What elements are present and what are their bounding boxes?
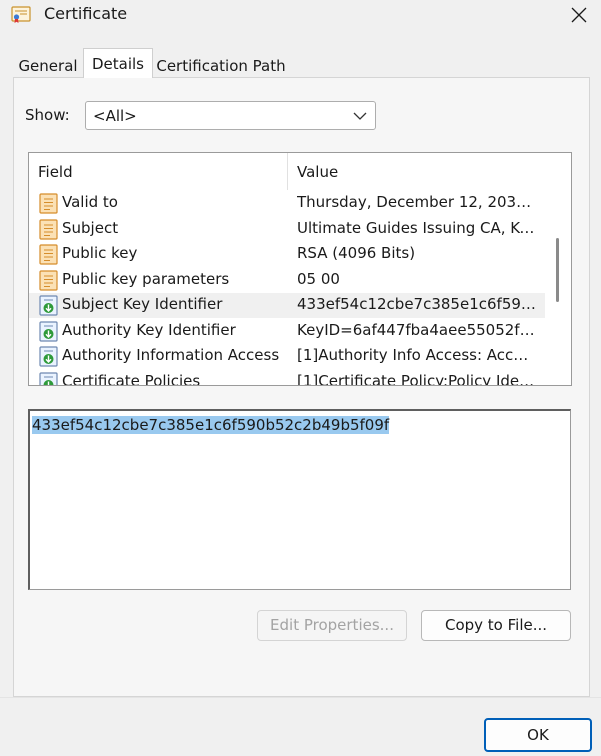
list-item[interactable]: Valid to Thursday, December 12, 2030… [29, 191, 545, 216]
list-item[interactable]: Subject Ultimate Guides Issuing CA, Ke… [29, 217, 545, 242]
field-name: Valid to [62, 193, 118, 211]
list-item[interactable]: Public key parameters 05 00 [29, 268, 545, 293]
tab-label: General [18, 57, 78, 75]
fields-list[interactable]: Field Value Valid to Thursday, December … [28, 152, 572, 386]
list-header: Field Value [29, 153, 545, 190]
certificate-field-icon [39, 218, 58, 240]
field-name: Subject [62, 218, 119, 237]
column-header-field[interactable]: Field [38, 163, 73, 181]
certificate-extension-icon [39, 346, 58, 367]
certificate-field-icon [39, 244, 58, 265]
ok-button[interactable]: OK [484, 718, 592, 752]
certificate-extension-icon [39, 371, 58, 385]
field-value: 433ef54c12cbe7c385e1c6f59… [297, 295, 536, 313]
certificate-field-icon [39, 193, 58, 214]
field-name: Public key [62, 244, 138, 262]
field-name: Authority Information Access [62, 346, 280, 364]
scroll-thumb[interactable] [556, 238, 559, 302]
close-button[interactable] [556, 0, 601, 30]
certificate-icon [11, 6, 31, 24]
column-header-value[interactable]: Value [297, 163, 338, 181]
window-title: Certificate [44, 4, 128, 23]
field-value: KeyID=6af447fba4aee55052f… [297, 320, 535, 339]
chevron-down-icon [353, 112, 367, 120]
field-name: Authority Key Identifier [62, 320, 236, 339]
show-dropdown-value: <All> [93, 107, 137, 125]
list-item[interactable]: Authority Information Access [1]Authorit… [29, 344, 545, 369]
show-label: Show: [25, 106, 70, 124]
value-detail-box[interactable]: 433ef54c12cbe7c385e1c6f590b52c2b49b5f09f [28, 409, 571, 590]
field-name: Subject Key Identifier [62, 295, 223, 313]
field-value: [1]Authority Info Access: Acc… [297, 346, 529, 364]
field-value: 05 00 [297, 269, 340, 288]
footer-divider [0, 697, 601, 698]
tab-certification-path[interactable]: Certification Path [153, 54, 289, 78]
list-item[interactable]: Certificate Policies [1]Certificate Poli… [29, 370, 545, 386]
list-item[interactable]: Public key RSA (4096 Bits) [29, 242, 545, 267]
tab-label: Certification Path [156, 57, 286, 75]
tab-bar: General Details Certification Path [0, 48, 601, 78]
edit-properties-button[interactable]: Edit Properties... [257, 610, 407, 641]
tab-details[interactable]: Details [83, 48, 153, 78]
field-name: Public key parameters [62, 269, 230, 288]
field-value: Thursday, December 12, 2030… [297, 193, 537, 211]
selected-value-text[interactable]: 433ef54c12cbe7c385e1c6f590b52c2b49b5f09f [32, 416, 390, 434]
list-item[interactable]: Authority Key Identifier KeyID=6af447fba… [29, 319, 545, 344]
title-bar: Certificate [0, 0, 601, 30]
certificate-extension-icon [39, 295, 58, 316]
list-item-selected[interactable]: Subject Key Identifier 433ef54c12cbe7c38… [29, 293, 545, 318]
tab-general[interactable]: General [13, 54, 83, 78]
list-scrollbar[interactable] [545, 153, 571, 385]
field-value: RSA (4096 Bits) [297, 244, 416, 262]
show-dropdown[interactable]: <All> [85, 101, 376, 130]
field-value: [1]Certificate Policy:Policy Ide… [297, 371, 535, 386]
field-value: Ultimate Guides Issuing CA, Ke… [297, 218, 537, 237]
close-icon [571, 7, 586, 23]
column-divider[interactable] [287, 153, 288, 190]
certificate-field-icon [39, 269, 58, 291]
certificate-extension-icon [39, 320, 58, 342]
copy-to-file-button[interactable]: Copy to File... [421, 610, 571, 641]
tab-label: Details [91, 55, 144, 73]
field-name: Certificate Policies [62, 371, 201, 386]
